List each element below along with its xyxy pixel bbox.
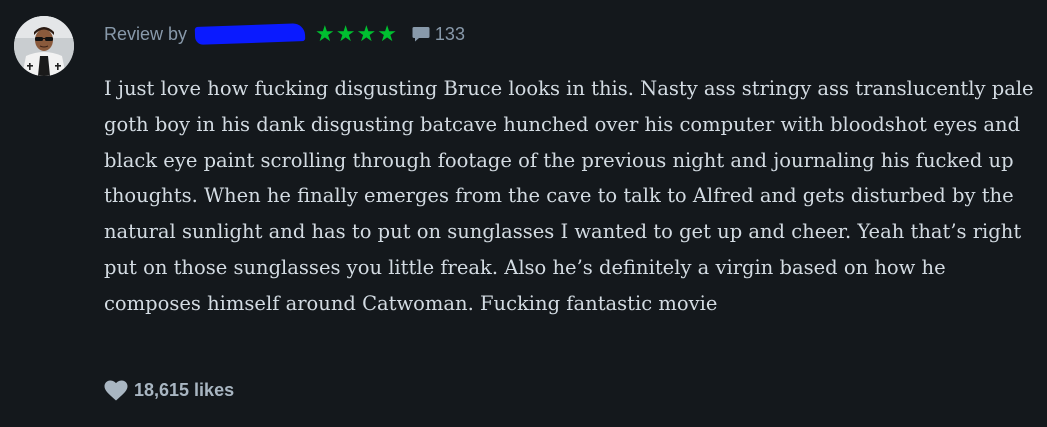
comment-count: 133 [434, 23, 465, 44]
rating-stars: ★★★★ [315, 21, 398, 46]
speech-bubble-icon [412, 27, 430, 42]
review-card: Review by ★★★★ 133 I just love how fucki… [0, 0, 1047, 427]
author-redacted[interactable] [194, 23, 306, 45]
review-by-label: Review by [104, 23, 188, 44]
likes-link[interactable]: 18,615 likes [104, 380, 234, 401]
heart-icon [104, 380, 128, 401]
avatar-image [14, 16, 74, 76]
review-header: Review by ★★★★ 133 [104, 20, 465, 48]
likes-count: 18,615 likes [134, 380, 235, 400]
review-body: I just love how fucking disgusting Bruce… [104, 77, 1034, 315]
avatar[interactable] [14, 16, 74, 76]
comments-link[interactable]: 133 [412, 24, 465, 45]
